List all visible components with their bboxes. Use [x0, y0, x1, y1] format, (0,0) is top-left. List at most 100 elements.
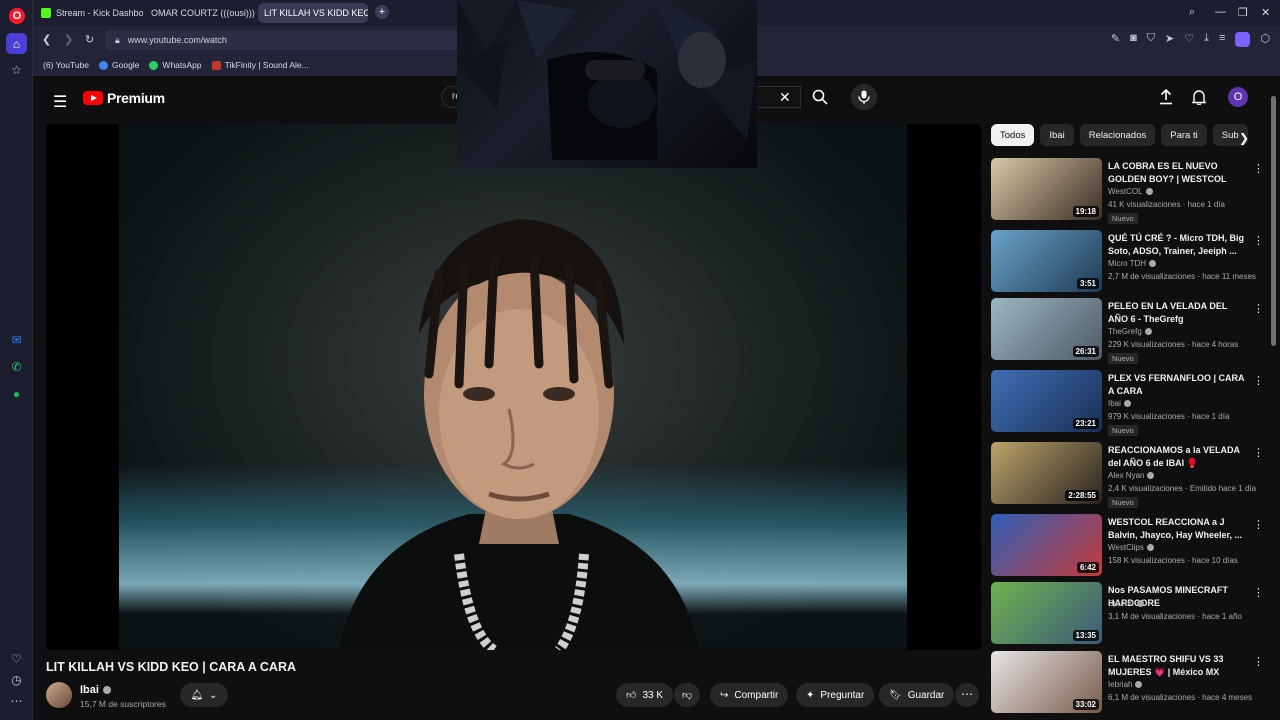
- video-thumbnail[interactable]: 23:21: [991, 370, 1102, 432]
- voice-search-button[interactable]: [851, 84, 877, 110]
- download-icon[interactable]: ⤓: [1204, 32, 1209, 47]
- notifications-bell-icon[interactable]: [1191, 89, 1207, 110]
- channel-name[interactable]: Ibai: [80, 684, 111, 696]
- channel-avatar[interactable]: [46, 682, 72, 708]
- related-channel[interactable]: TheGrefg: [1108, 327, 1152, 336]
- ask-button[interactable]: ✦ Preguntar: [796, 683, 875, 707]
- video-thumbnail[interactable]: 19:18: [991, 158, 1102, 220]
- video-thumbnail[interactable]: 26:31: [991, 298, 1102, 360]
- related-video-title[interactable]: REACCIONAMOS a la VELADA del AÑO 6 de IB…: [1108, 444, 1248, 469]
- forward-button[interactable]: ❯: [64, 33, 73, 46]
- verified-icon: [102, 686, 111, 694]
- heart-icon[interactable]: ♡: [1184, 32, 1194, 47]
- like-button[interactable]: 👍︎ 33 K: [616, 683, 674, 707]
- related-channel[interactable]: Micro TDH: [1108, 259, 1157, 268]
- kebab-menu-icon[interactable]: ⋮: [1253, 518, 1264, 531]
- kebab-menu-icon[interactable]: ⋮: [1253, 446, 1264, 459]
- upload-icon[interactable]: [1159, 88, 1173, 110]
- kebab-menu-icon[interactable]: ⋮: [1253, 162, 1264, 175]
- chip-ibai[interactable]: Ibai: [1040, 124, 1074, 146]
- share-button[interactable]: ↪ Compartir: [710, 683, 789, 707]
- new-tab-button[interactable]: +: [375, 5, 389, 19]
- more-actions-button[interactable]: ⋯: [955, 683, 979, 707]
- bookmark-youtube[interactable]: (6) YouTube: [43, 60, 89, 139]
- chip-relacionados[interactable]: Relacionados: [1079, 124, 1156, 146]
- heart-icon[interactable]: ♡: [6, 648, 27, 669]
- profile-icon[interactable]: [1235, 32, 1251, 47]
- bookmark-tikfinity[interactable]: TikFinity | Sound Ale...: [211, 60, 309, 70]
- related-video-title[interactable]: PLEX VS FERNANFLOO | CARA A CARA: [1108, 372, 1248, 397]
- bookmark-google[interactable]: Google: [99, 60, 139, 70]
- related-channel[interactable]: WestClips: [1108, 543, 1154, 552]
- bookmark-whatsapp[interactable]: WhatsApp: [149, 60, 202, 70]
- related-video-title[interactable]: EL MAESTRO SHIFU VS 33 MUJERES 💗 | Méxic…: [1108, 653, 1248, 678]
- related-channel[interactable]: Iebriah: [1108, 680, 1143, 689]
- tab-lit-killah[interactable]: LIT KILLAH VS KIDD KEO |: [258, 3, 368, 23]
- chip-todos[interactable]: Todos: [991, 124, 1035, 146]
- related-video-title[interactable]: PELEO EN LA VELADA DEL AÑO 6 - TheGrefg: [1108, 300, 1248, 325]
- kebab-menu-icon[interactable]: ⋮: [1253, 234, 1264, 247]
- video-thumbnail[interactable]: 33:02: [991, 651, 1102, 713]
- related-meta: 2,4 K visualizaciones · Emitido hace 1 d…: [1108, 484, 1257, 493]
- related-video-item[interactable]: 33:02 EL MAESTRO SHIFU VS 33 MUJERES 💗 | …: [991, 651, 1271, 717]
- maximize-button[interactable]: ❐: [1238, 6, 1248, 19]
- related-channel[interactable]: Spreen: [1108, 599, 1144, 608]
- tab-omar-courtz[interactable]: OMAR COURTZ (((ousi))): [145, 3, 255, 23]
- tab-kick[interactable]: Stream - Kick Dashboard: [35, 3, 143, 23]
- reload-button[interactable]: ↻: [85, 33, 94, 46]
- history-icon[interactable]: ◷: [6, 669, 27, 690]
- back-button[interactable]: ❮: [42, 33, 51, 46]
- related-video-item[interactable]: 6:42 WESTCOL REACCIONA a J Balvin, Jhayco…: [991, 514, 1271, 580]
- edit-icon[interactable]: ✎: [1111, 32, 1120, 47]
- related-video-title[interactable]: LA COBRA ES EL NUEVO GOLDEN BOY? | WESTC…: [1108, 160, 1248, 185]
- youtube-premium-logo[interactable]: Premium: [83, 90, 165, 106]
- scrollbar[interactable]: [1271, 96, 1276, 346]
- messenger-icon[interactable]: ✉: [6, 329, 27, 350]
- google-icon: [99, 60, 108, 70]
- video-thumbnail[interactable]: 13:35: [991, 582, 1102, 644]
- whatsapp-icon[interactable]: ✆: [6, 356, 27, 377]
- star-icon[interactable]: ☆: [6, 59, 27, 80]
- related-video-title[interactable]: QUÉ TÚ CRÉ ? - Micro TDH, Big Soto, ADSO…: [1108, 232, 1248, 257]
- more-icon[interactable]: ⋯: [6, 690, 27, 711]
- spotify-icon[interactable]: ●: [6, 383, 27, 404]
- minimize-button[interactable]: —: [1215, 6, 1226, 18]
- search-tabs-icon[interactable]: ⌕: [1189, 6, 1195, 19]
- related-video-item[interactable]: 13:35 Nos PASAMOS MINECRAFT HARDCORE Spree…: [991, 582, 1271, 648]
- kebab-menu-icon[interactable]: ⋮: [1253, 655, 1264, 668]
- hamburger-menu-icon[interactable]: ☰: [53, 92, 67, 112]
- search-button[interactable]: [805, 86, 835, 108]
- kebab-menu-icon[interactable]: ⋮: [1253, 586, 1264, 599]
- video-thumbnail[interactable]: 2:28:55: [991, 442, 1102, 504]
- related-video-item[interactable]: 23:21 PLEX VS FERNANFLOO | CARA A CARA Iba…: [991, 370, 1271, 436]
- kebab-menu-icon[interactable]: ⋮: [1253, 374, 1264, 387]
- opera-logo-icon[interactable]: O: [9, 8, 25, 24]
- related-video-title[interactable]: WESTCOL REACCIONA a J Balvin, Jhayco, Ha…: [1108, 516, 1248, 541]
- home-icon[interactable]: ⌂: [6, 33, 27, 54]
- related-video-item[interactable]: 26:31 PELEO EN LA VELADA DEL AÑO 6 - TheG…: [991, 298, 1271, 364]
- camera-icon[interactable]: ◙: [1130, 32, 1137, 47]
- video-thumbnail[interactable]: 3:51: [991, 230, 1102, 292]
- video-player[interactable]: [46, 124, 981, 650]
- kebab-menu-icon[interactable]: ⋮: [1253, 302, 1264, 315]
- send-icon[interactable]: ➤: [1165, 32, 1174, 47]
- related-channel[interactable]: Alex Nyan: [1108, 471, 1155, 480]
- related-channel[interactable]: WestCOL: [1108, 187, 1153, 196]
- cube-icon[interactable]: ⬡: [1260, 32, 1270, 47]
- video-thumbnail[interactable]: 6:42: [991, 514, 1102, 576]
- clear-search-icon[interactable]: ✕: [779, 89, 791, 106]
- subscription-bell-button[interactable]: 🔔︎ ⌄: [180, 683, 228, 707]
- menu-icon[interactable]: ≡: [1219, 32, 1225, 47]
- url-field[interactable]: 🔒︎ www.youtube.com/watch: [105, 30, 485, 50]
- chip-para-ti[interactable]: Para ti: [1161, 124, 1207, 146]
- related-video-item[interactable]: 19:18 LA COBRA ES EL NUEVO GOLDEN BOY? | …: [991, 158, 1271, 224]
- account-avatar[interactable]: O: [1228, 87, 1248, 107]
- related-video-item[interactable]: 3:51 QUÉ TÚ CRÉ ? - Micro TDH, Big Soto, …: [991, 230, 1271, 296]
- shield-icon[interactable]: ⛉: [1147, 32, 1155, 47]
- save-button[interactable]: 🔖︎ Guardar: [879, 683, 955, 707]
- related-channel[interactable]: Ibai: [1108, 399, 1131, 408]
- chevron-right-icon[interactable]: ❯: [1239, 131, 1249, 145]
- dislike-button[interactable]: 👎︎: [674, 683, 701, 707]
- close-window-button[interactable]: ✕: [1261, 6, 1270, 19]
- related-video-item[interactable]: 2:28:55 REACCIONAMOS a la VELADA del AÑO …: [991, 442, 1271, 508]
